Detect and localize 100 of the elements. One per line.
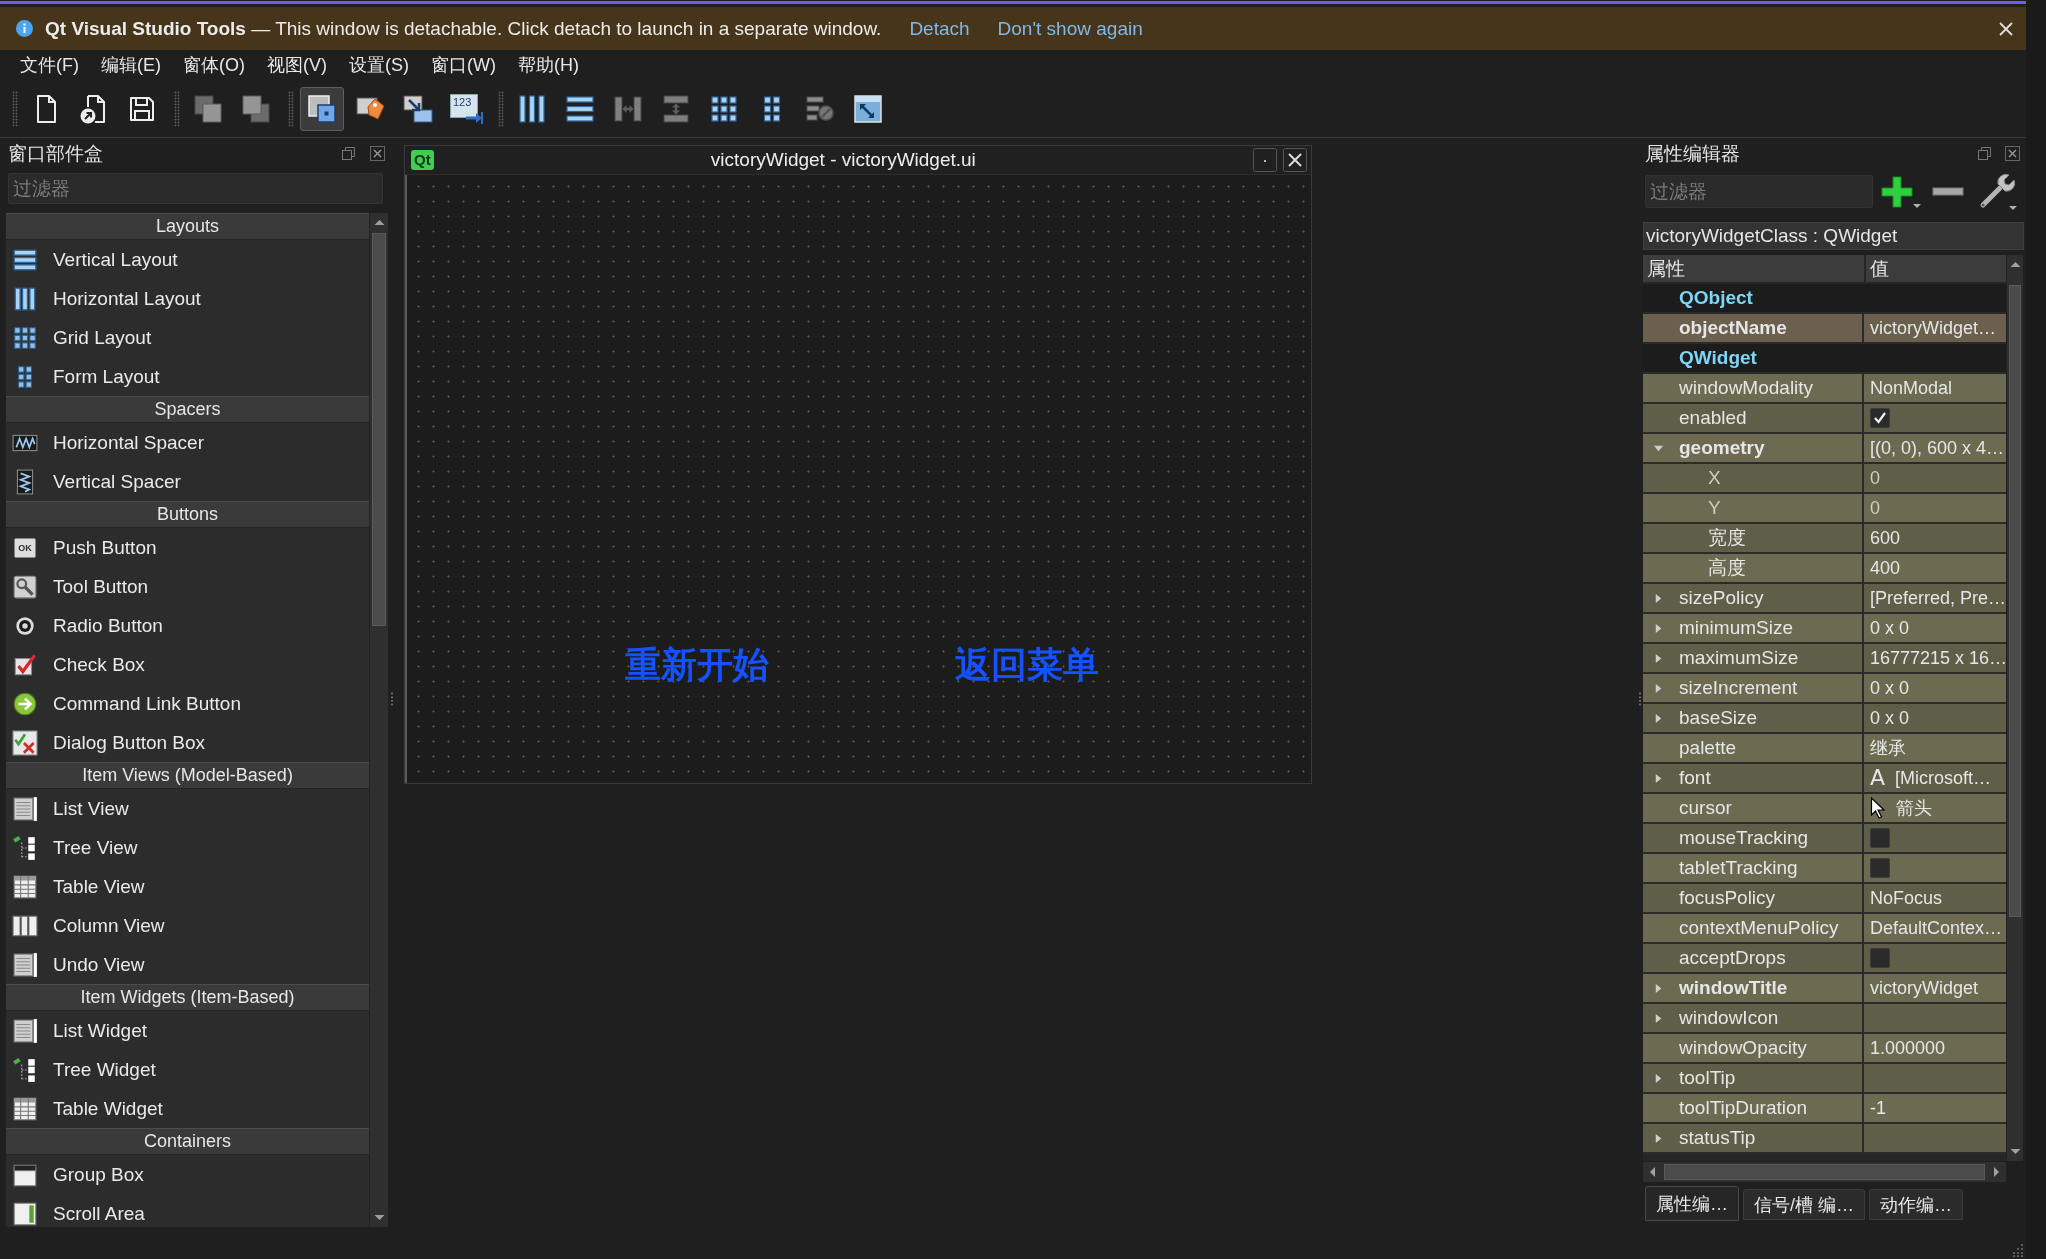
property-row[interactable]: toolTip	[1643, 1064, 2006, 1094]
scroll-thumb[interactable]	[2009, 285, 2021, 917]
widget-item[interactable]: Radio Button	[6, 606, 369, 645]
property-row[interactable]: baseSize 0 x 0	[1643, 704, 2006, 734]
menu-item[interactable]: 编辑(E)	[90, 52, 172, 78]
property-row[interactable]: cursor 箭头	[1643, 794, 2006, 824]
menu-item[interactable]: 文件(F)	[9, 52, 90, 78]
property-row[interactable]: sizePolicy [Preferred, Pre…	[1643, 584, 2006, 614]
checkbox[interactable]	[1870, 948, 1890, 968]
widget-item[interactable]: Undo View	[6, 945, 369, 984]
property-row[interactable]: sizeIncrement 0 x 0	[1643, 674, 2006, 704]
category-header[interactable]: Item Widgets (Item-Based)	[6, 984, 369, 1011]
widget-item[interactable]: Dialog Button Box	[6, 723, 369, 762]
toolbar-handle[interactable]	[12, 90, 18, 127]
scrollbar[interactable]	[1643, 1162, 2006, 1182]
widget-item[interactable]: Column View	[6, 906, 369, 945]
resize-grip-icon[interactable]	[2010, 1243, 2024, 1257]
info-link[interactable]: Don't show again	[997, 17, 1143, 40]
widget-item[interactable]: Form Layout	[6, 357, 369, 396]
expand-arrow-icon[interactable]	[1653, 652, 1664, 664]
expand-arrow-icon[interactable]	[1653, 982, 1664, 994]
property-row[interactable]: palette 继承	[1643, 734, 2006, 764]
column-header[interactable]: 值	[1866, 255, 2006, 282]
widget-item[interactable]: Tree Widget	[6, 1050, 369, 1089]
widget-item[interactable]: Horizontal Layout	[6, 279, 369, 318]
widget-item[interactable]: List Widget	[6, 1011, 369, 1050]
expand-arrow-icon[interactable]	[1653, 1012, 1664, 1024]
tab[interactable]: 动作编…	[1869, 1189, 1963, 1220]
toolbar-handle[interactable]	[174, 90, 180, 127]
property-row[interactable]: acceptDrops	[1643, 944, 2006, 974]
scrollbar[interactable]	[369, 213, 388, 1227]
property-row[interactable]: maximumSize 16777215 x 16…	[1643, 644, 2006, 674]
menu-item[interactable]: 视图(V)	[256, 52, 338, 78]
toolbar-handle[interactable]	[288, 90, 294, 127]
property-row[interactable]: geometry [(0, 0), 600 x 4…	[1643, 434, 2006, 464]
widget-item[interactable]: Table Widget	[6, 1089, 369, 1128]
category-header[interactable]: Item Views (Model-Based)	[6, 762, 369, 789]
widget-item[interactable]: Vertical Layout	[6, 240, 369, 279]
toolbar-button[interactable]	[300, 86, 344, 131]
property-row[interactable]: minimumSize 0 x 0	[1643, 614, 2006, 644]
splitter-handle[interactable]	[390, 691, 394, 706]
property-row[interactable]: font A [Microsoft…	[1643, 764, 2006, 794]
minimize-icon[interactable]	[1253, 148, 1277, 172]
close-icon[interactable]	[1283, 148, 1307, 172]
property-row[interactable]: tabletTracking	[1643, 854, 2006, 884]
property-row[interactable]: windowIcon	[1643, 1004, 2006, 1034]
widget-item[interactable]: Scroll Area	[6, 1194, 369, 1227]
close-icon[interactable]	[370, 146, 385, 161]
widget-item[interactable]: Tool Button	[6, 567, 369, 606]
property-row[interactable]: toolTipDuration -1	[1643, 1094, 2006, 1124]
widget-item[interactable]: Grid Layout	[6, 318, 369, 357]
property-row[interactable]: focusPolicy NoFocus	[1643, 884, 2006, 914]
property-row[interactable]: objectName victoryWidget…	[1643, 314, 2006, 344]
widget-item[interactable]: Horizontal Spacer	[6, 423, 369, 462]
category-header[interactable]: Layouts	[6, 213, 369, 240]
property-row[interactable]: mouseTracking	[1643, 824, 2006, 854]
menu-item[interactable]: 设置(S)	[338, 52, 420, 78]
filter-field[interactable]: 过滤器	[1645, 175, 1873, 208]
menu-item[interactable]: 窗体(O)	[172, 52, 256, 78]
widget-item[interactable]: OK Push Button	[6, 528, 369, 567]
property-row[interactable]: windowModality NonModal	[1643, 374, 2006, 404]
expand-arrow-icon[interactable]	[1653, 592, 1664, 604]
filter-field[interactable]: 过滤器	[8, 173, 383, 204]
widget-item[interactable]: Group Box	[6, 1155, 369, 1194]
info-link[interactable]: Detach	[909, 17, 970, 40]
scroll-thumb[interactable]	[1664, 1164, 1985, 1180]
property-row[interactable]: enabled	[1643, 404, 2006, 434]
float-icon[interactable]	[341, 146, 356, 161]
toolbar-button[interactable]: 123	[444, 86, 488, 131]
property-group-header[interactable]: QObject	[1643, 284, 2006, 314]
category-header[interactable]: Buttons	[6, 501, 369, 528]
checkbox[interactable]	[1870, 408, 1890, 428]
expand-arrow-icon[interactable]	[1653, 772, 1664, 784]
menu-item[interactable]: 窗口(W)	[420, 52, 507, 78]
property-row[interactable]: windowOpacity 1.000000	[1643, 1034, 2006, 1064]
scroll-thumb[interactable]	[372, 233, 386, 626]
checkbox[interactable]	[1870, 858, 1890, 878]
widget-item[interactable]: Check Box	[6, 645, 369, 684]
expand-arrow-icon[interactable]	[1653, 622, 1664, 634]
expand-arrow-icon[interactable]	[1653, 712, 1664, 724]
property-row[interactable]: windowTitle victoryWidget	[1643, 974, 2006, 1004]
splitter-handle[interactable]	[1638, 691, 1642, 706]
widget-item[interactable]: Command Link Button	[6, 684, 369, 723]
close-icon[interactable]	[2005, 146, 2020, 161]
property-row[interactable]: 宽度 600	[1643, 524, 2006, 554]
category-header[interactable]: Spacers	[6, 396, 369, 423]
expand-arrow-icon[interactable]	[1653, 1132, 1664, 1144]
toolbar-handle[interactable]	[498, 90, 504, 127]
tab[interactable]: 信号/槽 编…	[1743, 1189, 1865, 1220]
column-header[interactable]: 属性	[1643, 255, 1866, 282]
property-row[interactable]: 高度 400	[1643, 554, 2006, 584]
property-row[interactable]: statusTip	[1643, 1124, 2006, 1154]
tab[interactable]: 属性编…	[1645, 1186, 1739, 1221]
property-group-header[interactable]: QWidget	[1643, 344, 2006, 374]
category-header[interactable]: Containers	[6, 1128, 369, 1155]
float-icon[interactable]	[1977, 146, 1992, 161]
menu-item[interactable]: 帮助(H)	[506, 52, 590, 78]
widget-item[interactable]: List View	[6, 789, 369, 828]
expand-arrow-icon[interactable]	[1653, 1072, 1664, 1084]
widget-item[interactable]: Table View	[6, 867, 369, 906]
